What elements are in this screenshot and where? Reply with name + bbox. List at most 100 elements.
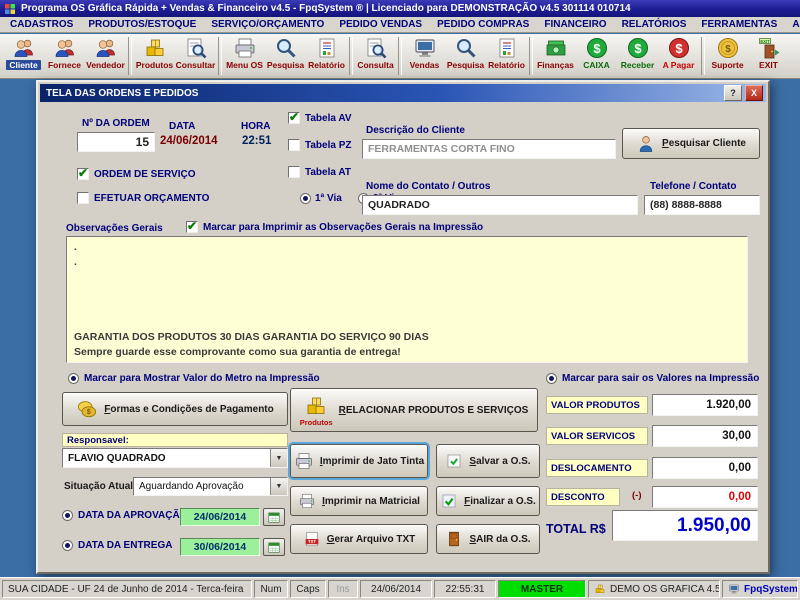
print-inkjet-button[interactable]: Imprimir de Jato Tinta	[288, 442, 430, 480]
status-value: Aguardando Aprovação	[139, 481, 244, 492]
show-values-label: Marcar para sair os Valores na Impressão	[562, 373, 760, 384]
search-doc-icon	[183, 36, 209, 60]
via1-radio[interactable]	[300, 193, 311, 204]
products-boxes-icon	[303, 394, 329, 418]
tabela-av-checkbox[interactable]	[288, 110, 300, 124]
close-icon[interactable]: X	[745, 85, 763, 101]
search-icon	[273, 36, 299, 60]
products-caption: Produtos	[299, 417, 333, 427]
observations-textarea[interactable]: . . GARANTIA DOS PRODUTOS 30 DIAS GARANT…	[66, 236, 748, 363]
tabela-av-row: Tabela AV	[288, 110, 352, 124]
help-button[interactable]: ?	[724, 85, 742, 101]
toolbar-vendedor[interactable]: Vendedor	[85, 36, 126, 70]
toolbar-exit[interactable]: EXIT	[748, 36, 789, 70]
cash-dollar-icon	[584, 36, 610, 60]
status-select[interactable]: Aguardando Aprovação	[133, 477, 288, 496]
menu-pedido-compras[interactable]: PEDIDO COMPRAS	[435, 18, 531, 31]
menu-ferramentas[interactable]: FERRAMENTAS	[699, 18, 779, 31]
tabela-at-checkbox[interactable]	[288, 166, 300, 178]
print-observations-checkbox[interactable]	[186, 219, 198, 233]
delivery-date-radio[interactable]	[62, 540, 73, 551]
menu-relatorios[interactable]: RELATÓRIOS	[620, 18, 689, 31]
print-observations-row: Marcar para Imprimir as Observações Gera…	[186, 219, 483, 233]
menu-servico-orcamento[interactable]: SERVIÇO/ORÇAMENTO	[209, 18, 326, 31]
print-matrix-button[interactable]: Imprimir na Matricial	[290, 486, 428, 516]
txt-file-icon	[303, 530, 321, 548]
hour-value: 22:51	[242, 135, 272, 147]
toolbar-suporte[interactable]: Suporte	[707, 36, 748, 70]
ordem-servico-label: ORDEM DE SERVIÇO	[94, 168, 196, 180]
toolbar-relatorio-vendas[interactable]: Relatório	[486, 36, 527, 70]
generate-txt-button[interactable]: Gerar Arquivo TXT	[290, 524, 428, 554]
save-os-label: Salvar a O.S.	[469, 455, 531, 467]
toolbar-menu-os[interactable]: Menu OS	[224, 36, 265, 70]
toolbar-label: Fornece	[47, 60, 82, 70]
contact-input[interactable]: QUADRADO	[362, 195, 638, 215]
show-meter-radio[interactable]	[68, 373, 79, 384]
toolbar-a-pagar[interactable]: A Pagar	[658, 36, 699, 70]
toolbar-vendas[interactable]: Vendas	[404, 36, 445, 70]
search-icon	[453, 36, 479, 60]
status-user-badge: MASTER	[498, 580, 586, 598]
delivery-date-row: DATA DA ENTREGA	[62, 540, 172, 551]
toolbar-receber[interactable]: Receber	[617, 36, 658, 70]
window-titlebar: Programa OS Gráfica Rápida + Vendas & Fi…	[0, 0, 800, 17]
delivery-date-field[interactable]: 30/06/2014	[180, 538, 260, 556]
toolbar-caixa[interactable]: CAIXA	[576, 36, 617, 70]
show-values-radio[interactable]	[546, 373, 557, 384]
finalize-os-button[interactable]: Finalizar a O.S.	[436, 486, 540, 516]
approval-date-radio[interactable]	[62, 510, 73, 521]
toolbar-produtos[interactable]: Produtos	[134, 36, 175, 70]
order-number-input[interactable]: 15	[77, 132, 155, 152]
dialog-titlebar: TELA DAS ORDENS E PEDIDOS ? X	[40, 84, 766, 102]
desconto-value[interactable]: 0,00	[652, 486, 758, 508]
toolbar-consulta[interactable]: Consulta	[355, 36, 396, 70]
chevron-down-icon[interactable]	[270, 478, 287, 495]
toolbar-pesquisa-os[interactable]: Pesquisa	[265, 36, 306, 70]
menu-financeiro[interactable]: FINANCEIRO	[542, 18, 608, 31]
tabela-pz-label: Tabela PZ	[305, 139, 352, 151]
status-label: Situação Atual	[64, 481, 134, 492]
toolbar-separator	[128, 37, 132, 75]
toolbar-fornecedor[interactable]: Fornece	[44, 36, 85, 70]
approval-date-field[interactable]: 24/06/2014	[180, 508, 260, 526]
menu-cadastros[interactable]: CADASTROS	[8, 18, 75, 31]
responsible-select[interactable]: FLAVIO QUADRADO	[62, 448, 288, 468]
efetuar-orcamento-label: EFETUAR ORÇAMENTO	[94, 192, 210, 204]
toolbar-cliente[interactable]: Cliente	[3, 36, 44, 70]
ordem-servico-row: ORDEM DE SERVIÇO	[77, 166, 196, 180]
tabela-pz-checkbox[interactable]	[288, 139, 300, 151]
menu-ajuda[interactable]: AJUDA	[790, 18, 800, 31]
save-os-button[interactable]: Salvar a O.S.	[436, 444, 540, 478]
deslocamento-label: DESLOCAMENTO	[546, 459, 648, 477]
print-matrix-label: Imprimir na Matricial	[322, 495, 420, 507]
approval-calendar-button[interactable]	[263, 508, 285, 526]
chevron-down-icon[interactable]	[270, 449, 287, 467]
valor-servicos-value: 30,00	[652, 425, 758, 447]
exit-os-button[interactable]: SAIR da O.S.	[436, 524, 540, 554]
delivery-calendar-button[interactable]	[263, 538, 285, 556]
toolbar-label: Vendedor	[86, 60, 125, 70]
efetuar-orcamento-checkbox[interactable]	[77, 192, 89, 204]
date-value: 24/06/2014	[160, 135, 218, 147]
menu-produtos-estoque[interactable]: PRODUTOS/ESTOQUE	[86, 18, 198, 31]
toolbar-relatorio-os[interactable]: Relatório	[306, 36, 347, 70]
toolbar-label: Cliente	[6, 60, 41, 70]
toolbar-financas[interactable]: Finanças	[535, 36, 576, 70]
status-date: 24/06/2014	[360, 580, 432, 598]
client-input[interactable]: FERRAMENTAS CORTA FINO	[362, 139, 616, 159]
print-inkjet-label: Imprimir de Jato Tinta	[319, 455, 425, 467]
search-client-button[interactable]: Pesquisar Cliente	[622, 128, 760, 159]
finalize-os-label: Finalizar a O.S.	[464, 495, 536, 507]
toolbar-pesquisa-vendas[interactable]: Pesquisa	[445, 36, 486, 70]
brand-icon	[728, 583, 740, 595]
toolbar-consultar[interactable]: Consultar	[175, 36, 216, 70]
payment-terms-button[interactable]: Formas e Condições de Pagamento	[62, 392, 288, 426]
toolbar-separator	[218, 37, 222, 75]
tabela-at-row: Tabela AT	[288, 166, 351, 178]
desconto-label: DESCONTO	[546, 488, 620, 506]
phone-input[interactable]: (88) 8888-8888	[644, 195, 760, 215]
ordem-servico-checkbox[interactable]	[77, 166, 89, 180]
link-products-button[interactable]: Produtos RELACIONAR PRODUTOS E SERVIÇOS	[290, 388, 538, 432]
menu-pedido-vendas[interactable]: PEDIDO VENDAS	[337, 18, 424, 31]
